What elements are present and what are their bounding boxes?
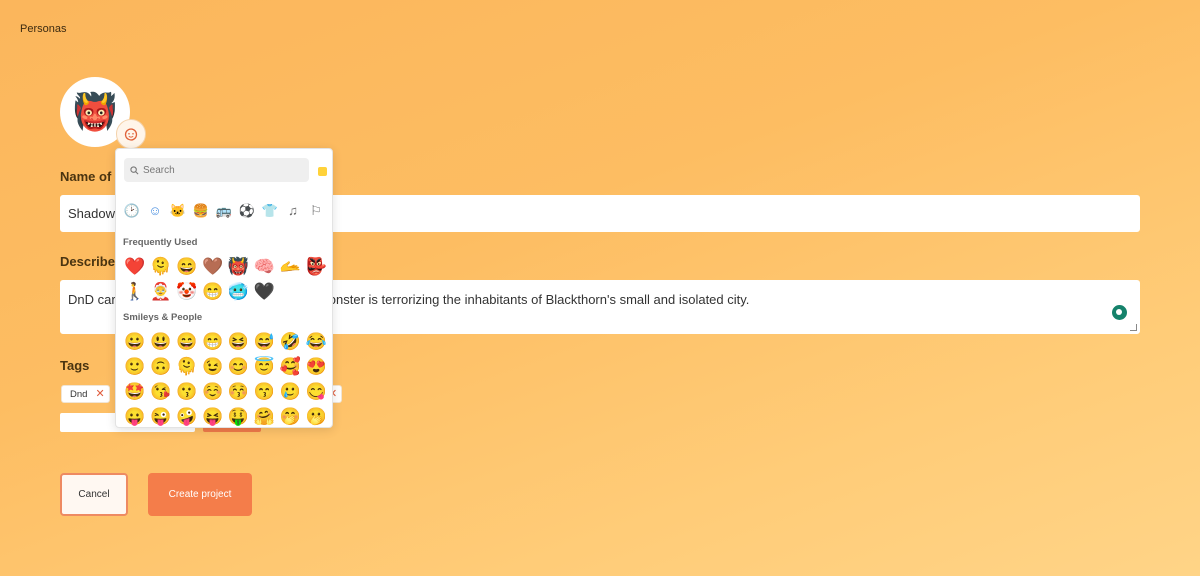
category-smileys-icon[interactable]: ☺ — [147, 202, 163, 218]
emoji-option[interactable]: 🙃 — [148, 356, 174, 378]
category-animals-icon[interactable]: 🐱 — [170, 202, 186, 218]
grammarly-icon[interactable] — [1112, 305, 1127, 320]
emoji-option[interactable]: 🤪 — [174, 406, 200, 427]
emoji-option[interactable]: ❤️ — [122, 256, 148, 278]
emoji-option[interactable]: 🤩 — [122, 381, 148, 403]
remove-tag-icon[interactable]: ✕ — [95, 388, 104, 400]
avatar-emoji: 👹 — [72, 91, 118, 132]
create-project-button[interactable]: Create project — [148, 473, 252, 516]
emoji-option[interactable]: 🧠 — [251, 256, 277, 278]
emoji-option[interactable]: 😆 — [226, 331, 252, 353]
emoji-option[interactable]: 😊 — [226, 356, 252, 378]
emoji-option[interactable]: 🤣 — [277, 331, 303, 353]
emoji-option[interactable]: 😍 — [303, 356, 329, 378]
search-icon — [130, 165, 139, 174]
emoji-option[interactable]: 😉 — [200, 356, 226, 378]
category-objects-icon[interactable]: 👕 — [262, 202, 278, 218]
emoji-picker: Search 🕑 ☺ 🐱 🍔 🚌 ⚽ 👕 ♫ ⚐ Frequently Used ❤️ 🫠 😄 🤎 👹 🧠… — [115, 148, 333, 428]
emoji-option[interactable]: 🥰 — [277, 356, 303, 378]
emoji-option[interactable]: 🥶 — [226, 281, 252, 303]
resize-handle[interactable] — [1130, 324, 1137, 331]
emoji-option[interactable]: 🤡 — [174, 281, 200, 303]
emoji-option[interactable]: 🖤 — [251, 281, 277, 303]
smileys-grid: 😀 😃 😄 😁 😆 😅 🤣 😂 🙂 🙃 🫠 😉 😊 😇 🥰 😍 🤩 😘 😗 ☺️ 😚 😙 🥲 😋 😛 😜 🤪 😝 🤑 🤗 🤭 🫢 — [122, 331, 329, 427]
emoji-option[interactable]: 👹 — [226, 256, 252, 278]
change-avatar-button[interactable] — [116, 119, 146, 149]
emoji-option[interactable]: 😁 — [200, 331, 226, 353]
emoji-option[interactable]: 🥲 — [277, 381, 303, 403]
emoji-option[interactable]: 😄 — [174, 331, 200, 353]
emoji-option[interactable]: 🤗 — [251, 406, 277, 427]
name-value: Shadow — [68, 206, 115, 221]
frequently-used-grid: ❤️ 🫠 😄 🤎 👹 🧠 🫴 👺 🚶 🤶 🤡 😁 🥶 🖤 — [122, 256, 329, 303]
emoji-option[interactable]: 😃 — [148, 331, 174, 353]
emoji-option[interactable]: 😗 — [174, 381, 200, 403]
smileys-title: Smileys & People — [123, 312, 203, 323]
emoji-option[interactable]: 🫠 — [174, 356, 200, 378]
emoji-option[interactable]: 😄 — [174, 256, 200, 278]
emoji-option[interactable]: 🚶 — [122, 281, 148, 303]
emoji-option[interactable]: ☺️ — [200, 381, 226, 403]
category-flags-icon[interactable]: ⚐ — [308, 202, 324, 218]
emoji-option[interactable]: 😁 — [200, 281, 226, 303]
tag-chip: Dnd ✕ — [61, 385, 110, 403]
category-symbols-icon[interactable]: ♫ — [285, 202, 301, 218]
description-label: Describe — [60, 254, 115, 269]
emoji-option[interactable]: 🤎 — [200, 256, 226, 278]
emoji-option[interactable]: 🤶 — [148, 281, 174, 303]
skin-tone-selector[interactable] — [318, 167, 327, 176]
emoji-option[interactable]: 🫴 — [277, 256, 303, 278]
emoji-option[interactable]: 😚 — [226, 381, 252, 403]
emoji-option[interactable]: 😅 — [251, 331, 277, 353]
category-activity-icon[interactable]: ⚽ — [239, 202, 255, 218]
frequently-used-title: Frequently Used — [123, 237, 198, 248]
emoji-option[interactable]: 😘 — [148, 381, 174, 403]
emoji-option[interactable]: 😝 — [200, 406, 226, 427]
emoji-option[interactable]: 🫠 — [148, 256, 174, 278]
category-recent-icon[interactable]: 🕑 — [124, 202, 140, 218]
tag-label: Dnd — [70, 388, 88, 400]
name-label: Name of — [60, 169, 112, 184]
cancel-button[interactable]: Cancel — [60, 473, 128, 516]
category-travel-icon[interactable]: 🚌 — [216, 202, 232, 218]
breadcrumb[interactable]: Personas — [20, 23, 66, 35]
emoji-category-bar: 🕑 ☺ 🐱 🍔 🚌 ⚽ 👕 ♫ ⚐ — [124, 202, 324, 218]
emoji-search-input[interactable]: Search — [124, 158, 309, 182]
search-placeholder: Search — [143, 164, 175, 176]
emoji-option[interactable]: 👺 — [303, 256, 329, 278]
category-food-icon[interactable]: 🍔 — [193, 202, 209, 218]
emoji-option[interactable]: 😂 — [303, 331, 329, 353]
emoji-option[interactable]: 🤭 — [277, 406, 303, 427]
emoji-option[interactable]: 😛 — [122, 406, 148, 427]
emoji-option[interactable]: 😜 — [148, 406, 174, 427]
tags-label: Tags — [60, 358, 90, 373]
smiley-icon — [124, 128, 138, 141]
emoji-option[interactable]: 😋 — [303, 381, 329, 403]
emoji-option[interactable]: 🫢 — [303, 406, 329, 427]
emoji-option[interactable]: 🤑 — [226, 406, 252, 427]
emoji-option[interactable]: 😙 — [251, 381, 277, 403]
emoji-option[interactable]: 🙂 — [122, 356, 148, 378]
emoji-option[interactable]: 😀 — [122, 331, 148, 353]
emoji-option[interactable]: 😇 — [251, 356, 277, 378]
